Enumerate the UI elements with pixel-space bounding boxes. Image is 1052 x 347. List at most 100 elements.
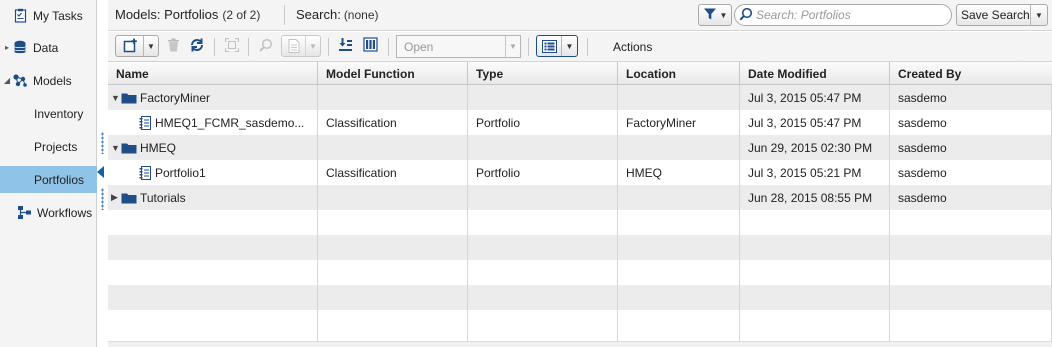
expand-icon xyxy=(224,37,240,55)
sidebar-item-label: Portfolios xyxy=(34,172,85,187)
search-summary-label: Search: xyxy=(296,7,341,22)
cell-text: FactoryMiner xyxy=(626,115,697,130)
sidebar-item-inventory[interactable]: Inventory xyxy=(0,100,97,127)
table-cell-date: Jun 29, 2015 02:30 PM xyxy=(740,135,889,160)
import-button[interactable] xyxy=(335,35,355,57)
cell-text[interactable]: HMEQ xyxy=(140,141,176,155)
column-header-type[interactable]: Type xyxy=(468,62,618,85)
search-summary-value: (none) xyxy=(343,8,379,22)
chevron-down-icon[interactable]: ▼ xyxy=(306,36,320,56)
table-row[interactable]: ▶ Tutorials Jun 28, 2015 08:55 PM sasdemo xyxy=(108,185,1052,210)
chevron-down-icon[interactable]: ▼ xyxy=(562,36,577,56)
find-button[interactable] xyxy=(256,35,276,57)
page-title-text: Models: Portfolios xyxy=(115,7,219,22)
cell-text: sasdemo xyxy=(898,165,947,180)
table-row[interactable]: ▼ HMEQ Jun 29, 2015 02:30 PM sasdemo xyxy=(108,135,1052,160)
cell-text: Jul 3, 2015 05:47 PM xyxy=(748,90,862,105)
sidebar-item-workflows[interactable]: Workflows xyxy=(0,199,97,226)
chevron-down-icon[interactable]: ▼ xyxy=(144,36,158,56)
cell-text: Jun 29, 2015 02:30 PM xyxy=(748,140,873,155)
cell-text: sasdemo xyxy=(898,190,947,205)
sidebar-item-portfolios[interactable]: Portfolios xyxy=(0,166,97,193)
toolbar-divider xyxy=(248,38,249,56)
cell-text[interactable]: HMEQ1_FCMR_sasdemo... xyxy=(155,116,304,130)
actions-menu[interactable]: Actions xyxy=(613,40,652,54)
document-button[interactable]: ▼ xyxy=(281,35,321,57)
filter-button[interactable]: ▼ xyxy=(698,4,732,26)
header: Models: Portfolios (2 of 2) Search: (none)… xyxy=(108,0,1052,31)
table-cell-created-by: sasdemo xyxy=(890,85,1051,110)
new-button[interactable]: ▼ xyxy=(115,35,159,57)
column-divider xyxy=(739,85,740,347)
splitter-grip-icon[interactable] xyxy=(101,132,104,154)
collapse-sidebar-icon[interactable] xyxy=(97,166,104,178)
expand-down-icon[interactable]: ▼ xyxy=(111,143,121,153)
chevron-down-icon[interactable]: ▼ xyxy=(1031,11,1047,20)
column-divider xyxy=(317,85,318,347)
chevron-down-icon[interactable]: ◢ xyxy=(2,76,12,85)
cell-text[interactable]: Tutorials xyxy=(140,191,186,205)
cell-text: Classification xyxy=(326,165,397,180)
delete-button[interactable] xyxy=(164,35,182,57)
portfolio-icon xyxy=(139,115,152,130)
folder-icon xyxy=(121,142,137,154)
table-cell-created-by: sasdemo xyxy=(890,160,1051,185)
column-header-location[interactable]: Location xyxy=(618,62,740,85)
sidebar: My Tasks ▸ Data ◢ Models Inventory Proje… xyxy=(0,0,97,347)
table-row[interactable]: HMEQ1_FCMR_sasdemo... Classification Portf… xyxy=(108,110,1052,135)
toolbar-divider xyxy=(214,38,215,56)
columns-button[interactable] xyxy=(360,35,380,57)
sidebar-item-models[interactable]: ◢ Models xyxy=(0,67,97,94)
column-header-name[interactable]: Name xyxy=(108,62,318,85)
sidebar-item-data[interactable]: ▸ Data xyxy=(0,34,97,61)
list-view-icon[interactable] xyxy=(537,36,562,56)
expand-right-icon[interactable]: ▶ xyxy=(111,192,121,203)
empty-row xyxy=(108,310,1052,335)
table-row[interactable]: ▼ FactoryMiner Jul 3, 2015 05:47 PM sasdemo xyxy=(108,85,1052,110)
table-row[interactable]: Portfolio1 Classification Portfolio HMEQ Jul… xyxy=(108,160,1052,185)
save-search-label[interactable]: Save Search xyxy=(957,5,1031,25)
sidebar-item-my-tasks[interactable]: My Tasks xyxy=(0,2,97,29)
cell-text: Jul 3, 2015 05:47 PM xyxy=(748,115,862,130)
toolbar: ▼ ▼ Open ▼ ▼ Actions xyxy=(108,32,1052,62)
cell-text: Jun 28, 2015 08:55 PM xyxy=(748,190,873,205)
expand-down-icon[interactable]: ▼ xyxy=(111,93,121,103)
portfolio-icon xyxy=(139,165,152,180)
table-cell-date: Jul 3, 2015 05:21 PM xyxy=(740,160,889,185)
expand-button[interactable] xyxy=(222,35,242,57)
column-header-created-by[interactable]: Created By xyxy=(890,62,1052,85)
open-select[interactable]: Open ▼ xyxy=(396,35,521,58)
column-header-date-modified[interactable]: Date Modified xyxy=(740,62,890,85)
refresh-icon xyxy=(189,37,205,56)
cell-text[interactable]: Portfolio1 xyxy=(155,166,206,180)
document-icon[interactable] xyxy=(282,36,306,56)
empty-row xyxy=(108,235,1052,260)
sidebar-item-label: My Tasks xyxy=(33,8,83,23)
sidebar-item-projects[interactable]: Projects xyxy=(0,133,97,160)
table-cell-type: Portfolio xyxy=(468,110,617,135)
cell-text[interactable]: FactoryMiner xyxy=(140,91,210,105)
new-icon[interactable] xyxy=(116,36,144,56)
tasks-icon xyxy=(12,8,28,24)
chevron-down-icon[interactable]: ▼ xyxy=(505,36,520,57)
table-cell-created-by: sasdemo xyxy=(890,110,1051,135)
save-search-button[interactable]: Save Search ▼ xyxy=(956,4,1048,26)
cell-text: Portfolio xyxy=(476,165,521,180)
column-divider xyxy=(617,85,618,347)
table-cell-function xyxy=(318,185,467,210)
refresh-button[interactable] xyxy=(186,35,208,57)
cell-text: sasdemo xyxy=(898,90,947,105)
filter-icon xyxy=(703,7,717,24)
horizontal-scrollbar[interactable] xyxy=(108,341,1052,347)
chevron-right-icon[interactable]: ▸ xyxy=(2,43,12,52)
sidebar-item-label: Projects xyxy=(34,139,78,154)
table-cell-type: Portfolio xyxy=(468,160,617,185)
columns-icon xyxy=(362,37,378,55)
search-input[interactable] xyxy=(756,8,946,22)
column-header-model-function[interactable]: Model Function xyxy=(318,62,468,85)
table-cell-name: ▼ HMEQ xyxy=(108,135,317,160)
view-mode-button[interactable]: ▼ xyxy=(536,35,578,57)
table-cell-function: Classification xyxy=(318,110,467,135)
search-field[interactable] xyxy=(734,4,952,26)
splitter-grip-icon[interactable] xyxy=(101,188,104,210)
